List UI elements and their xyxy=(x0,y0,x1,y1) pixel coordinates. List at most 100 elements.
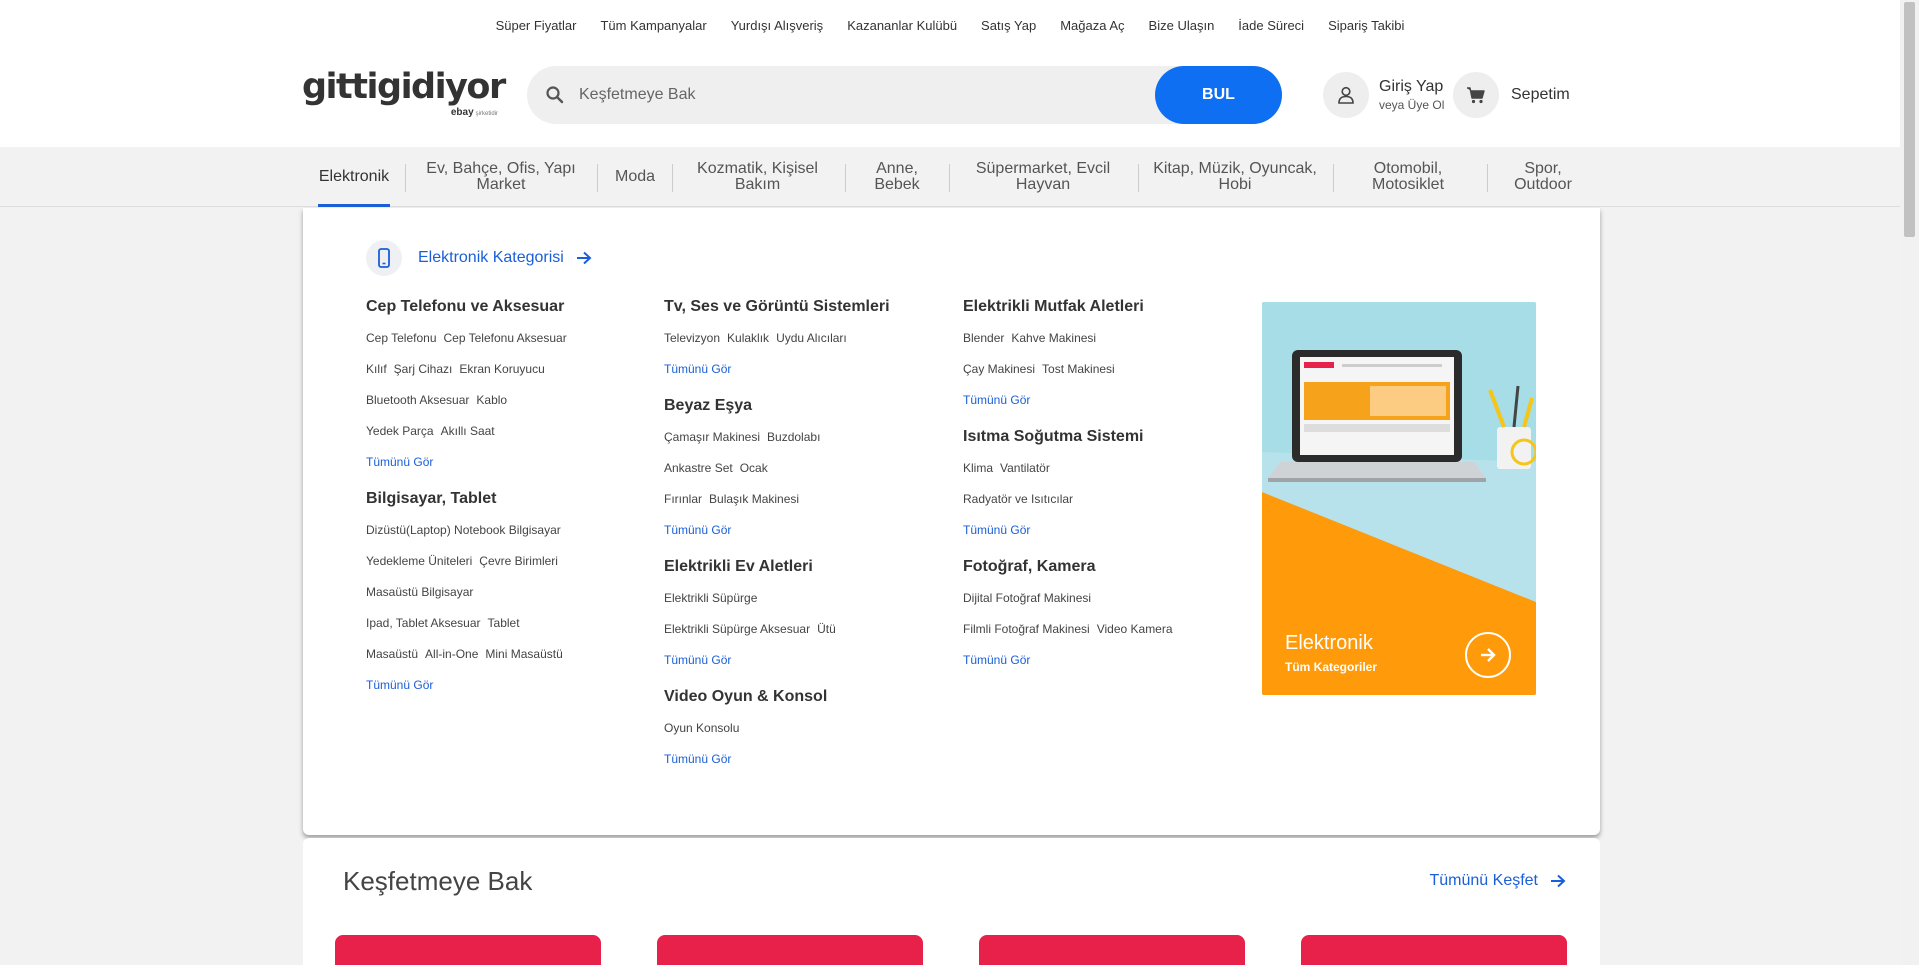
subcategory-link[interactable]: Ocak xyxy=(740,461,768,475)
subcategory-link[interactable]: Buzdolabı xyxy=(767,430,820,444)
group-title[interactable]: Cep Telefonu ve Aksesuar xyxy=(366,298,656,318)
category-elektronik[interactable]: Elektronik xyxy=(318,147,390,207)
subcategory-link[interactable]: Ipad, Tablet Aksesuar xyxy=(366,616,481,630)
subcategory-link[interactable]: Dizüstü(Laptop) Notebook Bilgisayar xyxy=(366,523,561,537)
top-link-satis-yap[interactable]: Satış Yap xyxy=(981,18,1036,33)
phone-icon xyxy=(366,240,402,276)
subcategory-link[interactable]: Cep Telefonu xyxy=(366,331,437,345)
subcategory-link[interactable]: Tablet xyxy=(488,616,520,630)
subcategory-link[interactable]: Klima xyxy=(963,461,993,475)
category-ev-bahce[interactable]: Ev, Bahçe, Ofis, Yapı Market xyxy=(420,147,582,207)
category-kozmetik[interactable]: Kozmatik, Kişisel Bakım xyxy=(685,147,830,207)
subcategory-link[interactable]: Uydu Alıcıları xyxy=(776,331,847,345)
see-all-link[interactable]: Tümünü Gör xyxy=(963,653,1253,684)
subcategory-link[interactable]: Ütü xyxy=(817,622,836,636)
group-title[interactable]: Elektrikli Mutfak Aletleri xyxy=(963,298,1253,318)
top-link-siparis-takibi[interactable]: Sipariş Takibi xyxy=(1328,18,1404,33)
explore-card[interactable] xyxy=(335,935,601,965)
subcategory-link[interactable]: Bulaşık Makinesi xyxy=(709,492,799,506)
category-nav: Elektronik Ev, Bahçe, Ofis, Yapı Market … xyxy=(0,147,1900,207)
subcategory-link[interactable]: Fırınlar xyxy=(664,492,702,506)
subcategory-link[interactable]: Yedek Parça xyxy=(366,424,434,438)
category-supermarket[interactable]: Süpermarket, Evcil Hayvan xyxy=(962,147,1124,207)
subcategory-link[interactable]: Tost Makinesi xyxy=(1042,362,1115,376)
group-title[interactable]: Video Oyun & Konsol xyxy=(664,688,954,708)
account-login[interactable]: Giriş Yap veya Üye Ol xyxy=(1323,70,1444,120)
see-all-link[interactable]: Tümünü Gör xyxy=(664,362,954,393)
cart-button[interactable]: Sepetim xyxy=(1453,70,1570,120)
explore-all-link[interactable]: Tümünü Keşfet xyxy=(1430,872,1567,890)
see-all-link[interactable]: Tümünü Gör xyxy=(963,393,1253,424)
group-title[interactable]: Bilgisayar, Tablet xyxy=(366,490,656,510)
subcategory-link[interactable]: Mini Masaüstü xyxy=(485,647,562,661)
subcategory-link[interactable]: Çamaşır Makinesi xyxy=(664,430,760,444)
subcategory-link[interactable]: Akıllı Saat xyxy=(441,424,495,438)
subcategory-link[interactable]: Filmli Fotoğraf Makinesi xyxy=(963,622,1090,636)
subcategory-link[interactable]: Çevre Birimleri xyxy=(479,554,558,568)
group-title[interactable]: Elektrikli Ev Aletleri xyxy=(664,558,954,578)
subcategory-link[interactable]: Bluetooth Aksesuar xyxy=(366,393,469,407)
see-all-link[interactable]: Tümünü Gör xyxy=(664,752,954,783)
explore-card[interactable] xyxy=(1301,935,1567,965)
top-link-super-fiyatlar[interactable]: Süper Fiyatlar xyxy=(496,18,577,33)
subcategory-link[interactable]: Vantilatör xyxy=(1000,461,1050,475)
group-title[interactable]: Tv, Ses ve Görüntü Sistemleri xyxy=(664,298,954,318)
subcategory-link[interactable]: Çay Makinesi xyxy=(963,362,1035,376)
subcategory-link[interactable]: Masaüstü xyxy=(366,647,418,661)
explore-card[interactable] xyxy=(657,935,923,965)
scrollbar-thumb[interactable] xyxy=(1904,2,1915,237)
subcategory-link[interactable]: Blender xyxy=(963,331,1004,345)
explore-card[interactable] xyxy=(979,935,1245,965)
top-link-iade-sureci[interactable]: İade Süreci xyxy=(1238,18,1304,33)
subcategory-link[interactable]: Dijital Fotoğraf Makinesi xyxy=(963,591,1091,605)
promo-arrow-button[interactable] xyxy=(1465,632,1511,678)
top-link-kazananlar-kulubu[interactable]: Kazananlar Kulübü xyxy=(847,18,957,33)
see-all-link[interactable]: Tümünü Gör xyxy=(366,678,656,709)
group-title[interactable]: Isıtma Soğutma Sistemi xyxy=(963,428,1253,448)
category-otomobil[interactable]: Otomobil, Motosiklet xyxy=(1353,147,1463,207)
menu-column-3: Elektrikli Mutfak Aletleri Blender Kahve … xyxy=(963,298,1253,688)
subcategory-link[interactable]: Radyatör ve Isıtıcılar xyxy=(963,492,1073,506)
subcategory-link[interactable]: Kablo xyxy=(476,393,507,407)
subcategory-link[interactable]: Kulaklık xyxy=(727,331,769,345)
subcategory-link[interactable]: Televizyon xyxy=(664,331,720,345)
arrow-right-icon xyxy=(576,251,592,265)
see-all-link[interactable]: Tümünü Gör xyxy=(664,653,954,684)
top-link-tum-kampanyalar[interactable]: Tüm Kampanyalar xyxy=(600,18,706,33)
category-kitap-muzik[interactable]: Kitap, Müzik, Oyuncak, Hobi xyxy=(1150,147,1320,207)
subcategory-link[interactable]: Ankastre Set xyxy=(664,461,733,475)
subcategory-link[interactable]: Cep Telefonu Aksesuar xyxy=(444,331,567,345)
group-title[interactable]: Fotoğraf, Kamera xyxy=(963,558,1253,578)
header: gittigidiyor ebayşirketidir BUL Giriş Ya… xyxy=(0,50,1900,147)
search-button[interactable]: BUL xyxy=(1155,66,1282,124)
category-spor-outdoor[interactable]: Spor, Outdoor xyxy=(1508,147,1578,207)
top-link-yurtdisi-alisveris[interactable]: Yurdışı Alışveriş xyxy=(731,18,823,33)
subcategory-link[interactable]: Kılıf xyxy=(366,362,387,376)
subcategory-link[interactable]: Ekran Koruyucu xyxy=(459,362,544,376)
site-logo[interactable]: gittigidiyor ebay şirketidir xyxy=(302,65,506,121)
top-link-magaza-ac[interactable]: Mağaza Aç xyxy=(1060,18,1124,33)
category-moda[interactable]: Moda xyxy=(610,147,660,207)
subcategory-link[interactable]: Şarj Cihazı xyxy=(394,362,453,376)
subcategory-link[interactable]: All-in-One xyxy=(425,647,478,661)
mega-menu-title: Elektronik Kategorisi xyxy=(418,249,564,266)
nav-divider xyxy=(949,164,950,192)
subcategory-link[interactable]: Elektrikli Süpürge Aksesuar xyxy=(664,622,810,636)
see-all-link[interactable]: Tümünü Gör xyxy=(664,523,954,554)
page-scrollbar[interactable] xyxy=(1900,0,1919,965)
subcategory-link[interactable]: Yedekleme Üniteleri xyxy=(366,554,472,568)
subcategory-link[interactable]: Kahve Makinesi xyxy=(1011,331,1096,345)
subcategory-link[interactable]: Elektrikli Süpürge xyxy=(664,591,757,605)
subcategory-link[interactable]: Masaüstü Bilgisayar xyxy=(366,585,473,599)
mega-menu-heading-link[interactable]: Elektronik Kategorisi xyxy=(366,240,592,276)
subcategory-link[interactable]: Oyun Konsolu xyxy=(664,721,739,735)
cart-icon xyxy=(1453,72,1499,118)
promo-banner[interactable]: Elektronik Tüm Kategoriler xyxy=(1262,302,1536,695)
subcategory-link[interactable]: Video Kamera xyxy=(1097,622,1173,636)
search-input[interactable] xyxy=(571,66,1171,124)
top-link-bize-ulasin[interactable]: Bize Ulaşın xyxy=(1149,18,1215,33)
group-title[interactable]: Beyaz Eşya xyxy=(664,397,954,417)
category-anne-bebek[interactable]: Anne, Bebek xyxy=(867,147,927,207)
see-all-link[interactable]: Tümünü Gör xyxy=(963,523,1253,554)
see-all-link[interactable]: Tümünü Gör xyxy=(366,455,656,486)
